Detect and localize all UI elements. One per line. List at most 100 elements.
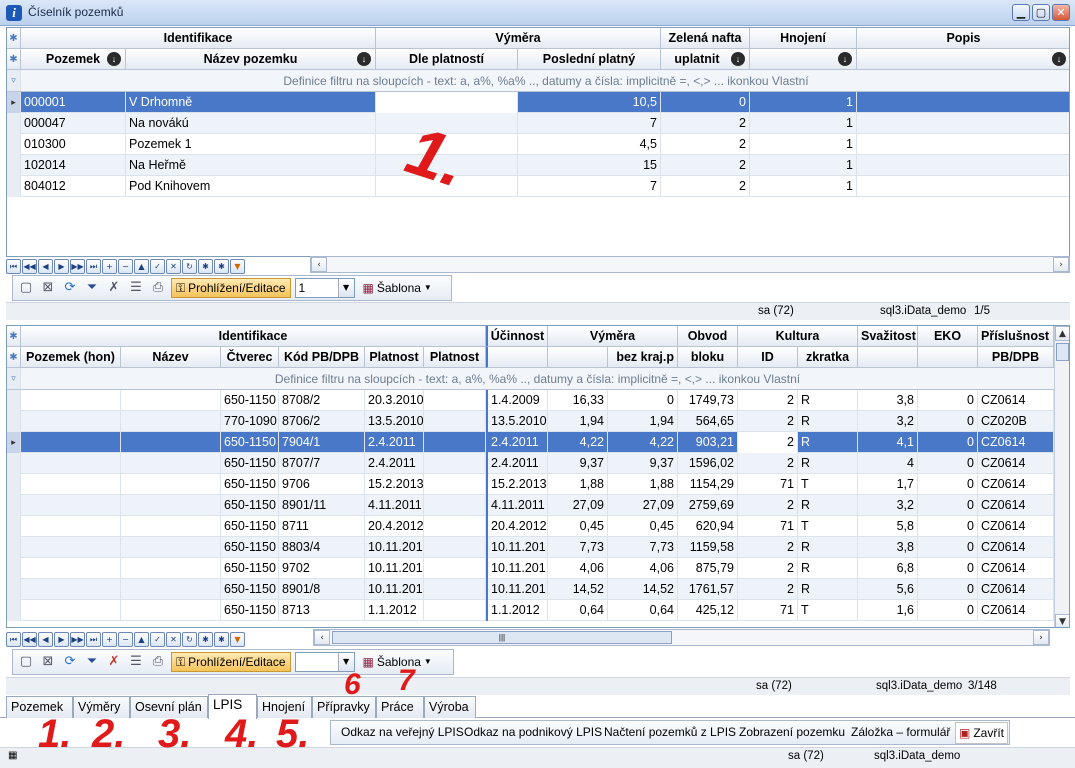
new-document-icon[interactable]: ▢ <box>17 279 35 297</box>
table-cell[interactable]: 000001 <box>21 92 126 113</box>
table-cell[interactable]: 8706/2 <box>279 411 365 432</box>
table-cell[interactable]: 8803/4 <box>279 537 365 558</box>
sort-arrow-icon[interactable]: ↓ <box>1052 52 1066 66</box>
table-cell[interactable]: 650-1150 <box>221 558 279 579</box>
bookmark-icon[interactable]: ✱ <box>198 631 213 647</box>
table-cell[interactable]: 15.2.2013 <box>365 474 424 495</box>
tab-prace[interactable]: Práce <box>376 696 424 718</box>
scroll-up-icon[interactable]: ▲ <box>1055 326 1069 341</box>
table-cell[interactable]: 27,09 <box>548 495 608 516</box>
col-ctverec[interactable]: Čtverec <box>221 347 279 368</box>
table-cell[interactable]: 10.11.201 <box>365 558 424 579</box>
scroll-right-icon[interactable]: › <box>1053 257 1069 272</box>
table-cell[interactable] <box>121 600 221 621</box>
table-cell[interactable]: 650-1150 <box>221 495 279 516</box>
table-cell[interactable]: 3,8 <box>858 390 918 411</box>
table-cell[interactable]: 8901/8 <box>279 579 365 600</box>
table-cell[interactable]: R <box>798 453 858 474</box>
template-button[interactable]: ▦ Šablona ▼ <box>359 278 436 298</box>
table-cell[interactable]: 1 <box>750 92 857 113</box>
lpis-grid[interactable]: ✱ Identifikace Účinnost Výměra Obvod Kul… <box>6 325 1070 628</box>
table-cell[interactable] <box>121 558 221 579</box>
tab-form-button[interactable]: Záložka – formulář <box>848 722 953 744</box>
table-cell[interactable] <box>424 432 486 453</box>
table-cell[interactable]: 4.11.2011 <box>365 495 424 516</box>
table-cell[interactable]: 1,88 <box>548 474 608 495</box>
table-cell[interactable]: CZ0614 <box>978 600 1054 621</box>
table-cell[interactable]: 10.11.201 <box>486 537 548 558</box>
table-cell[interactable]: CZ0614 <box>978 495 1054 516</box>
table-cell[interactable]: 9,37 <box>608 453 678 474</box>
row-indicator[interactable] <box>7 113 21 134</box>
table-cell[interactable]: 4,06 <box>608 558 678 579</box>
filter-icon[interactable]: ▼ <box>230 258 245 274</box>
table-cell[interactable] <box>21 432 121 453</box>
sort-arrow-icon[interactable]: ↓ <box>357 52 371 66</box>
table-cell[interactable] <box>21 516 121 537</box>
table-cell[interactable]: 7,73 <box>608 537 678 558</box>
table-cell[interactable]: 2 <box>738 558 798 579</box>
table-cell[interactable]: R <box>798 432 858 453</box>
table-cell[interactable] <box>424 411 486 432</box>
table-cell[interactable]: 1.1.2012 <box>486 600 548 621</box>
table-cell[interactable]: 2 <box>738 411 798 432</box>
refresh-icon[interactable]: ↻ <box>182 631 197 647</box>
tab-lpis[interactable]: LPIS <box>208 694 257 719</box>
columns-icon[interactable]: ☰ <box>127 653 145 671</box>
table-row[interactable]: 804012 Pod Knihovem 7 2 1 <box>7 176 1069 197</box>
record-combo[interactable]: 1 ▼ <box>294 278 355 298</box>
filter-icon[interactable]: ▼ <box>230 631 245 647</box>
table-cell[interactable] <box>121 516 221 537</box>
table-cell[interactable]: 71 <box>738 600 798 621</box>
row-indicator[interactable] <box>7 411 21 432</box>
table-cell[interactable]: 4,22 <box>548 432 608 453</box>
table-cell[interactable]: 9,37 <box>548 453 608 474</box>
col-svazitost[interactable] <box>858 347 918 368</box>
cancel-icon[interactable]: ✕ <box>166 631 181 647</box>
delete-record-icon[interactable]: − <box>118 631 133 647</box>
table-cell[interactable]: 102014 <box>21 155 126 176</box>
table-cell[interactable]: 5,6 <box>858 579 918 600</box>
post-icon[interactable]: ✓ <box>150 258 165 274</box>
table-cell[interactable] <box>857 176 1069 197</box>
table-cell[interactable]: 903,21 <box>678 432 738 453</box>
table-cell[interactable]: 7,73 <box>548 537 608 558</box>
table-cell[interactable]: 2 <box>661 176 750 197</box>
scroll-thumb[interactable] <box>1056 343 1069 361</box>
table-cell[interactable]: 1 <box>750 176 857 197</box>
table-cell[interactable]: 2 <box>661 113 750 134</box>
table-cell[interactable]: R <box>798 495 858 516</box>
row-indicator[interactable] <box>7 516 21 537</box>
table-cell[interactable]: 0 <box>918 558 978 579</box>
table-cell[interactable] <box>21 411 121 432</box>
table-cell[interactable]: 14,52 <box>608 579 678 600</box>
table-cell[interactable]: 804012 <box>21 176 126 197</box>
next-record-icon[interactable]: ▶ <box>54 258 69 274</box>
table-cell[interactable]: 10,5 <box>518 92 661 113</box>
table-cell[interactable]: CZ0614 <box>978 474 1054 495</box>
table-cell[interactable] <box>857 155 1069 176</box>
minimize-button[interactable]: ▁ <box>1012 4 1030 21</box>
table-row[interactable]: 650-1150 8711 20.4.2012 20.4.2012 0,45 0,45 62… <box>7 516 1054 537</box>
table-cell[interactable]: 564,65 <box>678 411 738 432</box>
table-cell[interactable] <box>21 600 121 621</box>
table-cell[interactable]: T <box>798 474 858 495</box>
table-cell[interactable]: 3,2 <box>858 495 918 516</box>
table-row[interactable]: 770-1090 8706/2 13.5.2010 13.5.2010 1,94 1,94… <box>7 411 1054 432</box>
table-cell[interactable]: 14,52 <box>548 579 608 600</box>
table-cell[interactable]: 8707/7 <box>279 453 365 474</box>
prev-record-icon[interactable]: ◀ <box>38 258 53 274</box>
table-cell[interactable] <box>21 579 121 600</box>
table-cell[interactable]: 1,6 <box>858 600 918 621</box>
col-popis[interactable]: ↓ <box>857 49 1069 70</box>
table-cell[interactable]: 620,94 <box>678 516 738 537</box>
table-cell[interactable]: 27,09 <box>608 495 678 516</box>
col-platnost-2[interactable]: Platnost <box>424 347 486 368</box>
table-cell[interactable]: 1 <box>750 134 857 155</box>
col-pb-dpb[interactable]: PB/DPB <box>978 347 1054 368</box>
table-cell[interactable]: Na Heřmě <box>126 155 376 176</box>
table-cell[interactable]: CZ0614 <box>978 537 1054 558</box>
current-row-icon[interactable]: ▸ <box>7 432 21 453</box>
col-kod-pb-dpb[interactable]: Kód PB/DPB <box>279 347 365 368</box>
bookmark-icon[interactable]: ✱ <box>198 258 213 274</box>
